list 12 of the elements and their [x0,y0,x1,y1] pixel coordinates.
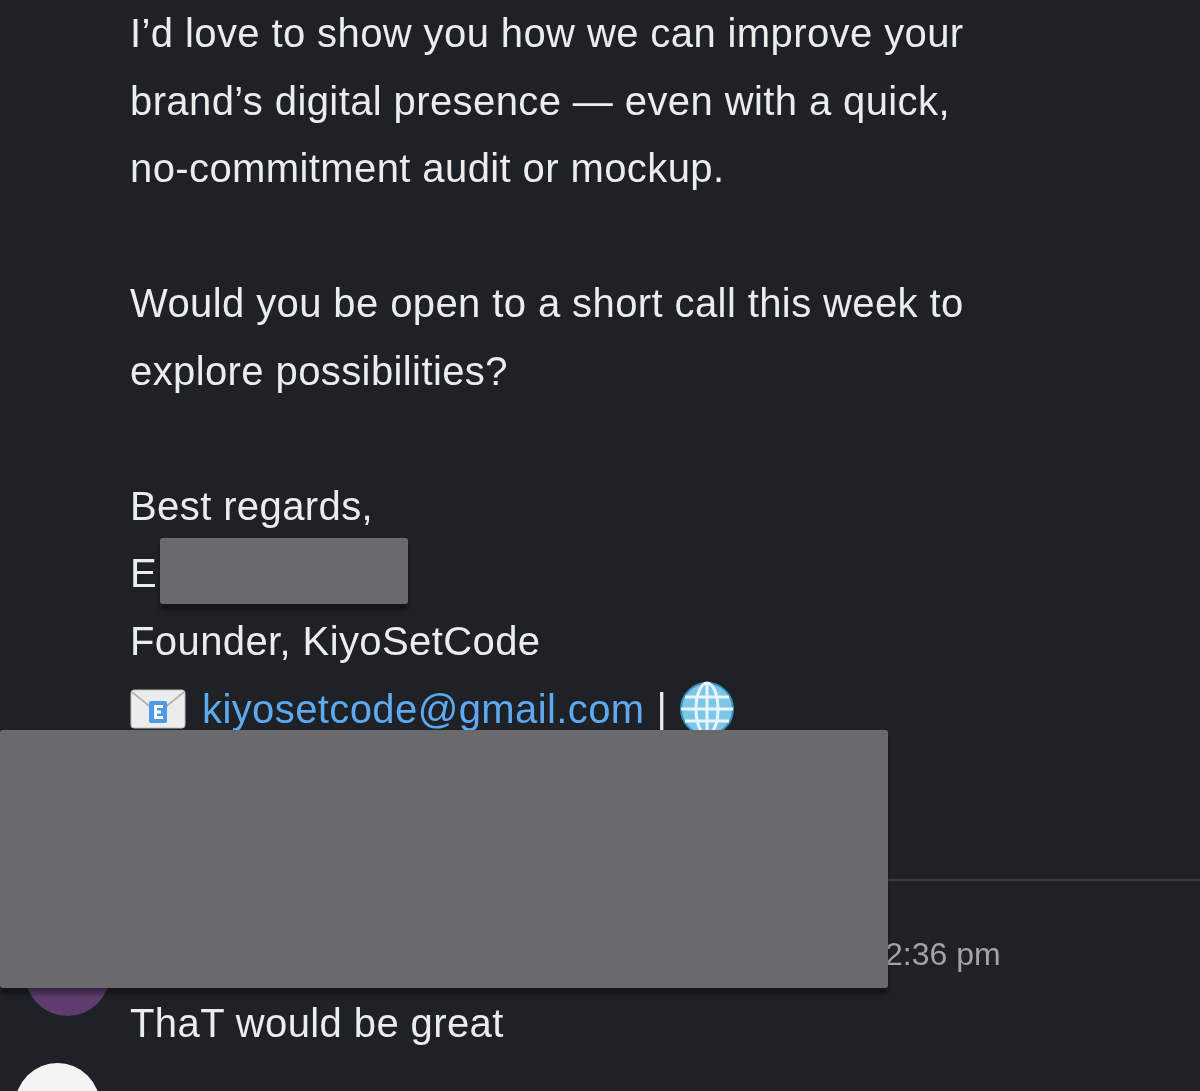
closing-text: Best regards, [130,482,374,530]
separator-text: | [656,685,668,732]
sender-title: Founder, KiyoSetCode [130,617,541,665]
message-text: ThaT would be great [130,999,505,1047]
body-text-line: Would you be open to a short call this week to [130,280,964,327]
message-time: 2:36 pm [885,934,1002,974]
sender-name: E [130,550,158,597]
body-text-line: I’d love to show you how we can improve your [130,10,964,57]
body-text-line: no-commitment audit or mockup. [130,145,725,192]
body-text-line: brand’s digital presence — even with a quick, [130,77,950,125]
email-link[interactable]: kiyosetcode@gmail.com [202,686,645,731]
body-text-line: explore possibilities? [130,347,508,395]
